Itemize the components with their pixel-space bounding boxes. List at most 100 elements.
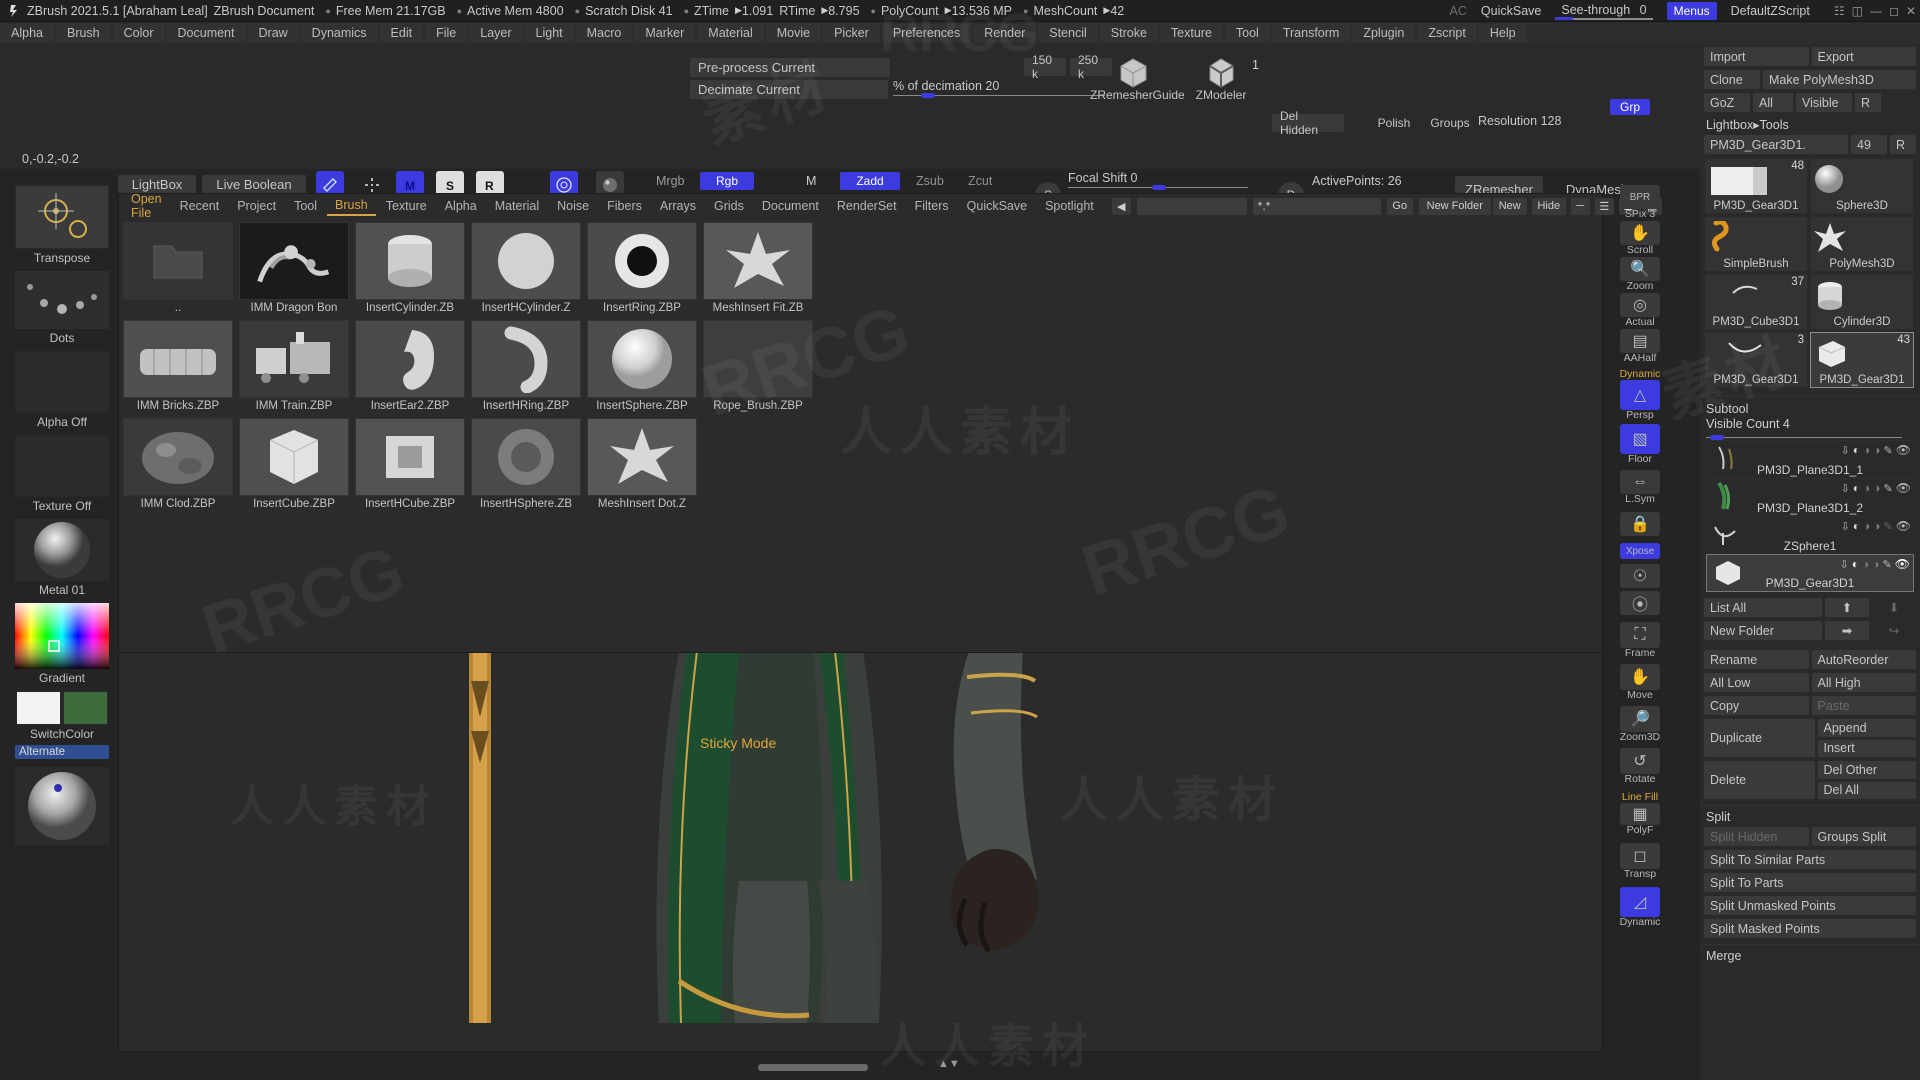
append-button[interactable]: Append [1817, 719, 1916, 737]
rail-item-xpose[interactable]: Xpose [1619, 543, 1661, 559]
material-block[interactable]: Metal 01 [8, 519, 116, 597]
dynamic-persp-icon[interactable]: ◿ [1620, 887, 1660, 917]
lightbox-tab-brush[interactable]: Brush [327, 196, 376, 216]
texture-block[interactable]: Texture Off [8, 435, 116, 513]
subtool-icons[interactable]: ⇩ ◐ ◑ ◑ ✎ 👁 [1841, 481, 1911, 495]
zmodeler-button[interactable]: ZModeler [1185, 54, 1257, 102]
aahalf-icon[interactable]: ▤ [1620, 329, 1660, 353]
rail-item-zoom3d[interactable]: 🔎 Zoom3D [1619, 706, 1661, 743]
lightbox-item[interactable]: IMM Dragon Bon [239, 222, 349, 316]
split-hidden-button[interactable]: Split Hidden [1704, 827, 1809, 846]
visible-count-slider[interactable]: Visible Count 4 [1700, 417, 1920, 440]
auto-reorder-button[interactable]: AutoReorder [1811, 650, 1916, 669]
menu-item[interactable]: Movie [765, 24, 822, 42]
back-arrow-icon[interactable]: ◀ [1111, 197, 1131, 215]
zcut-button[interactable]: Zcut [968, 174, 992, 188]
rail-item-actual[interactable]: ◎ Actual [1619, 293, 1661, 328]
del-all-button[interactable]: Del All [1817, 781, 1916, 799]
restore-icon[interactable]: ☷ [1834, 4, 1845, 18]
lightbox-item[interactable]: IMM Bricks.ZBP [123, 320, 233, 414]
minimize-icon[interactable]: — [1870, 4, 1882, 18]
split-masked-points-button[interactable]: Split Masked Points [1704, 919, 1916, 938]
rgb-button[interactable]: Rgb [700, 172, 754, 190]
subtool-visibility-icon[interactable]: ◐ [1853, 519, 1860, 533]
subtool-arrow-icon[interactable]: ⇩ [1840, 558, 1849, 571]
lightbox-tab-filters[interactable]: Filters [907, 197, 957, 215]
lightbox-item[interactable]: InsertSphere.ZBP [587, 320, 697, 414]
goz-all-button[interactable]: All [1753, 93, 1793, 112]
canvas-horizontal-scrollbar[interactable]: ▲▼ [118, 1058, 1603, 1076]
lightbox-tab-document[interactable]: Document [754, 197, 827, 215]
lightbox-item[interactable]: InsertHRing.ZBP [471, 320, 581, 414]
menu-item[interactable]: Texture [1159, 24, 1223, 42]
lightbox-tab-recent[interactable]: Recent [172, 197, 228, 215]
slider-knob[interactable] [921, 93, 935, 98]
default-zscript-label[interactable]: DefaultZScript [1731, 4, 1810, 18]
rope-brush-thumbnail[interactable] [703, 320, 813, 398]
lightbox-item[interactable]: MeshInsert Dot.Z [587, 418, 697, 512]
eye-icon[interactable]: 👁 [1896, 481, 1911, 495]
tool-item[interactable]: 37 PM3D_Cube3D1 [1704, 274, 1808, 330]
subtool-contrast-icon[interactable]: ◑ [1873, 443, 1880, 457]
menu-item[interactable]: Stroke [1099, 24, 1158, 42]
window-controls[interactable]: ☷ ◫ — ◻ ✕ [1824, 4, 1916, 18]
subtool-paint-icon[interactable]: ✎ [1884, 482, 1893, 495]
subtool-icons[interactable]: ⇩ ◐ ◑ ◑ ✎ 👁 [1841, 443, 1911, 457]
current-tool-name[interactable]: PM3D_Gear3D1. [1704, 135, 1848, 154]
lightbox-tab-fibers[interactable]: Fibers [599, 197, 650, 215]
eye-icon[interactable]: 👁 [1895, 557, 1910, 571]
menu-item[interactable]: Alpha [0, 24, 54, 42]
rename-button[interactable]: Rename [1704, 650, 1809, 669]
subtool-row[interactable]: ⇩ ◐ ◑ ◑ ✎ 👁 ZSphere1 [1706, 516, 1914, 554]
lightbox-tab-spotlight[interactable]: Spotlight [1037, 197, 1102, 215]
filter-input[interactable]: *.* [1252, 197, 1381, 215]
polyframe-icon[interactable]: ▦ [1620, 803, 1660, 825]
rail-item-rotate[interactable]: ↺ Rotate [1619, 748, 1661, 785]
floor-icon[interactable]: ▧ [1620, 424, 1660, 454]
minimize-view-icon[interactable]: ─ [1570, 197, 1590, 215]
mrgb-label[interactable]: Mrgb [656, 174, 684, 188]
rail-item-solo[interactable]: ☉ [1619, 564, 1661, 588]
subtool-shadow-icon[interactable]: ◑ [1862, 557, 1869, 571]
insert-hcube-thumbnail[interactable] [355, 418, 465, 496]
material-thumbnail[interactable] [15, 519, 109, 581]
all-low-button[interactable]: All Low [1704, 673, 1809, 692]
folder-forward-button[interactable]: ➡ [1825, 621, 1869, 640]
tool-item-selected[interactable]: 43 PM3D_Gear3D1 [1810, 332, 1914, 388]
new-button[interactable]: New [1492, 197, 1527, 215]
subtool-contrast-icon[interactable]: ◑ [1873, 481, 1880, 495]
new-folder-button[interactable]: New Folder [1418, 197, 1491, 215]
clone-button[interactable]: Clone [1704, 70, 1760, 89]
zsub-button[interactable]: Zsub [916, 174, 944, 188]
lightbox-tab-quicksave[interactable]: QuickSave [959, 197, 1035, 215]
lightbox-tab-texture[interactable]: Texture [378, 197, 435, 215]
current-tool-r[interactable]: R [1890, 135, 1916, 154]
split-to-similar-parts-button[interactable]: Split To Similar Parts [1704, 850, 1916, 869]
focal-shift-slider[interactable]: Focal Shift 0 [1068, 171, 1248, 190]
persp-icon[interactable]: △ [1620, 380, 1660, 410]
texture-thumbnail[interactable] [15, 435, 109, 497]
menus-button[interactable]: Menus [1666, 1, 1717, 20]
rail-item-polyframe[interactable]: Line Fill ▦ PolyF [1619, 792, 1661, 836]
rotate-icon[interactable]: ↺ [1620, 748, 1660, 774]
goz-button[interactable]: GoZ [1704, 93, 1750, 112]
lightbox-item[interactable]: Rope_Brush.ZBP [703, 320, 813, 414]
menu-item[interactable]: Preferences [881, 24, 972, 42]
insert-hcylinder-thumbnail[interactable] [471, 222, 581, 300]
eye-icon[interactable]: 👁 [1896, 443, 1911, 457]
menu-item[interactable]: Material [697, 24, 764, 42]
menu-item[interactable]: File [425, 24, 468, 42]
menu-item[interactable]: Stencil [1038, 24, 1098, 42]
actual-icon[interactable]: ◎ [1620, 293, 1660, 317]
rail-item-local[interactable]: ⦿ [1619, 591, 1661, 615]
lightbox-item[interactable]: InsertCylinder.ZB [355, 222, 465, 316]
xpose-icon[interactable]: Xpose [1620, 543, 1660, 559]
rail-item-scroll[interactable]: ✋ Scroll [1619, 221, 1661, 256]
del-other-button[interactable]: Del Other [1817, 761, 1916, 779]
maximize-icon[interactable]: ◻ [1889, 4, 1899, 18]
quicksave-button[interactable]: QuickSave [1481, 4, 1541, 18]
insert-ear-thumbnail[interactable] [355, 320, 465, 398]
rail-item-persp[interactable]: Dynamic △ Persp [1619, 369, 1661, 421]
export-button[interactable]: Export [1811, 47, 1916, 66]
delete-button[interactable]: Delete [1704, 761, 1815, 799]
